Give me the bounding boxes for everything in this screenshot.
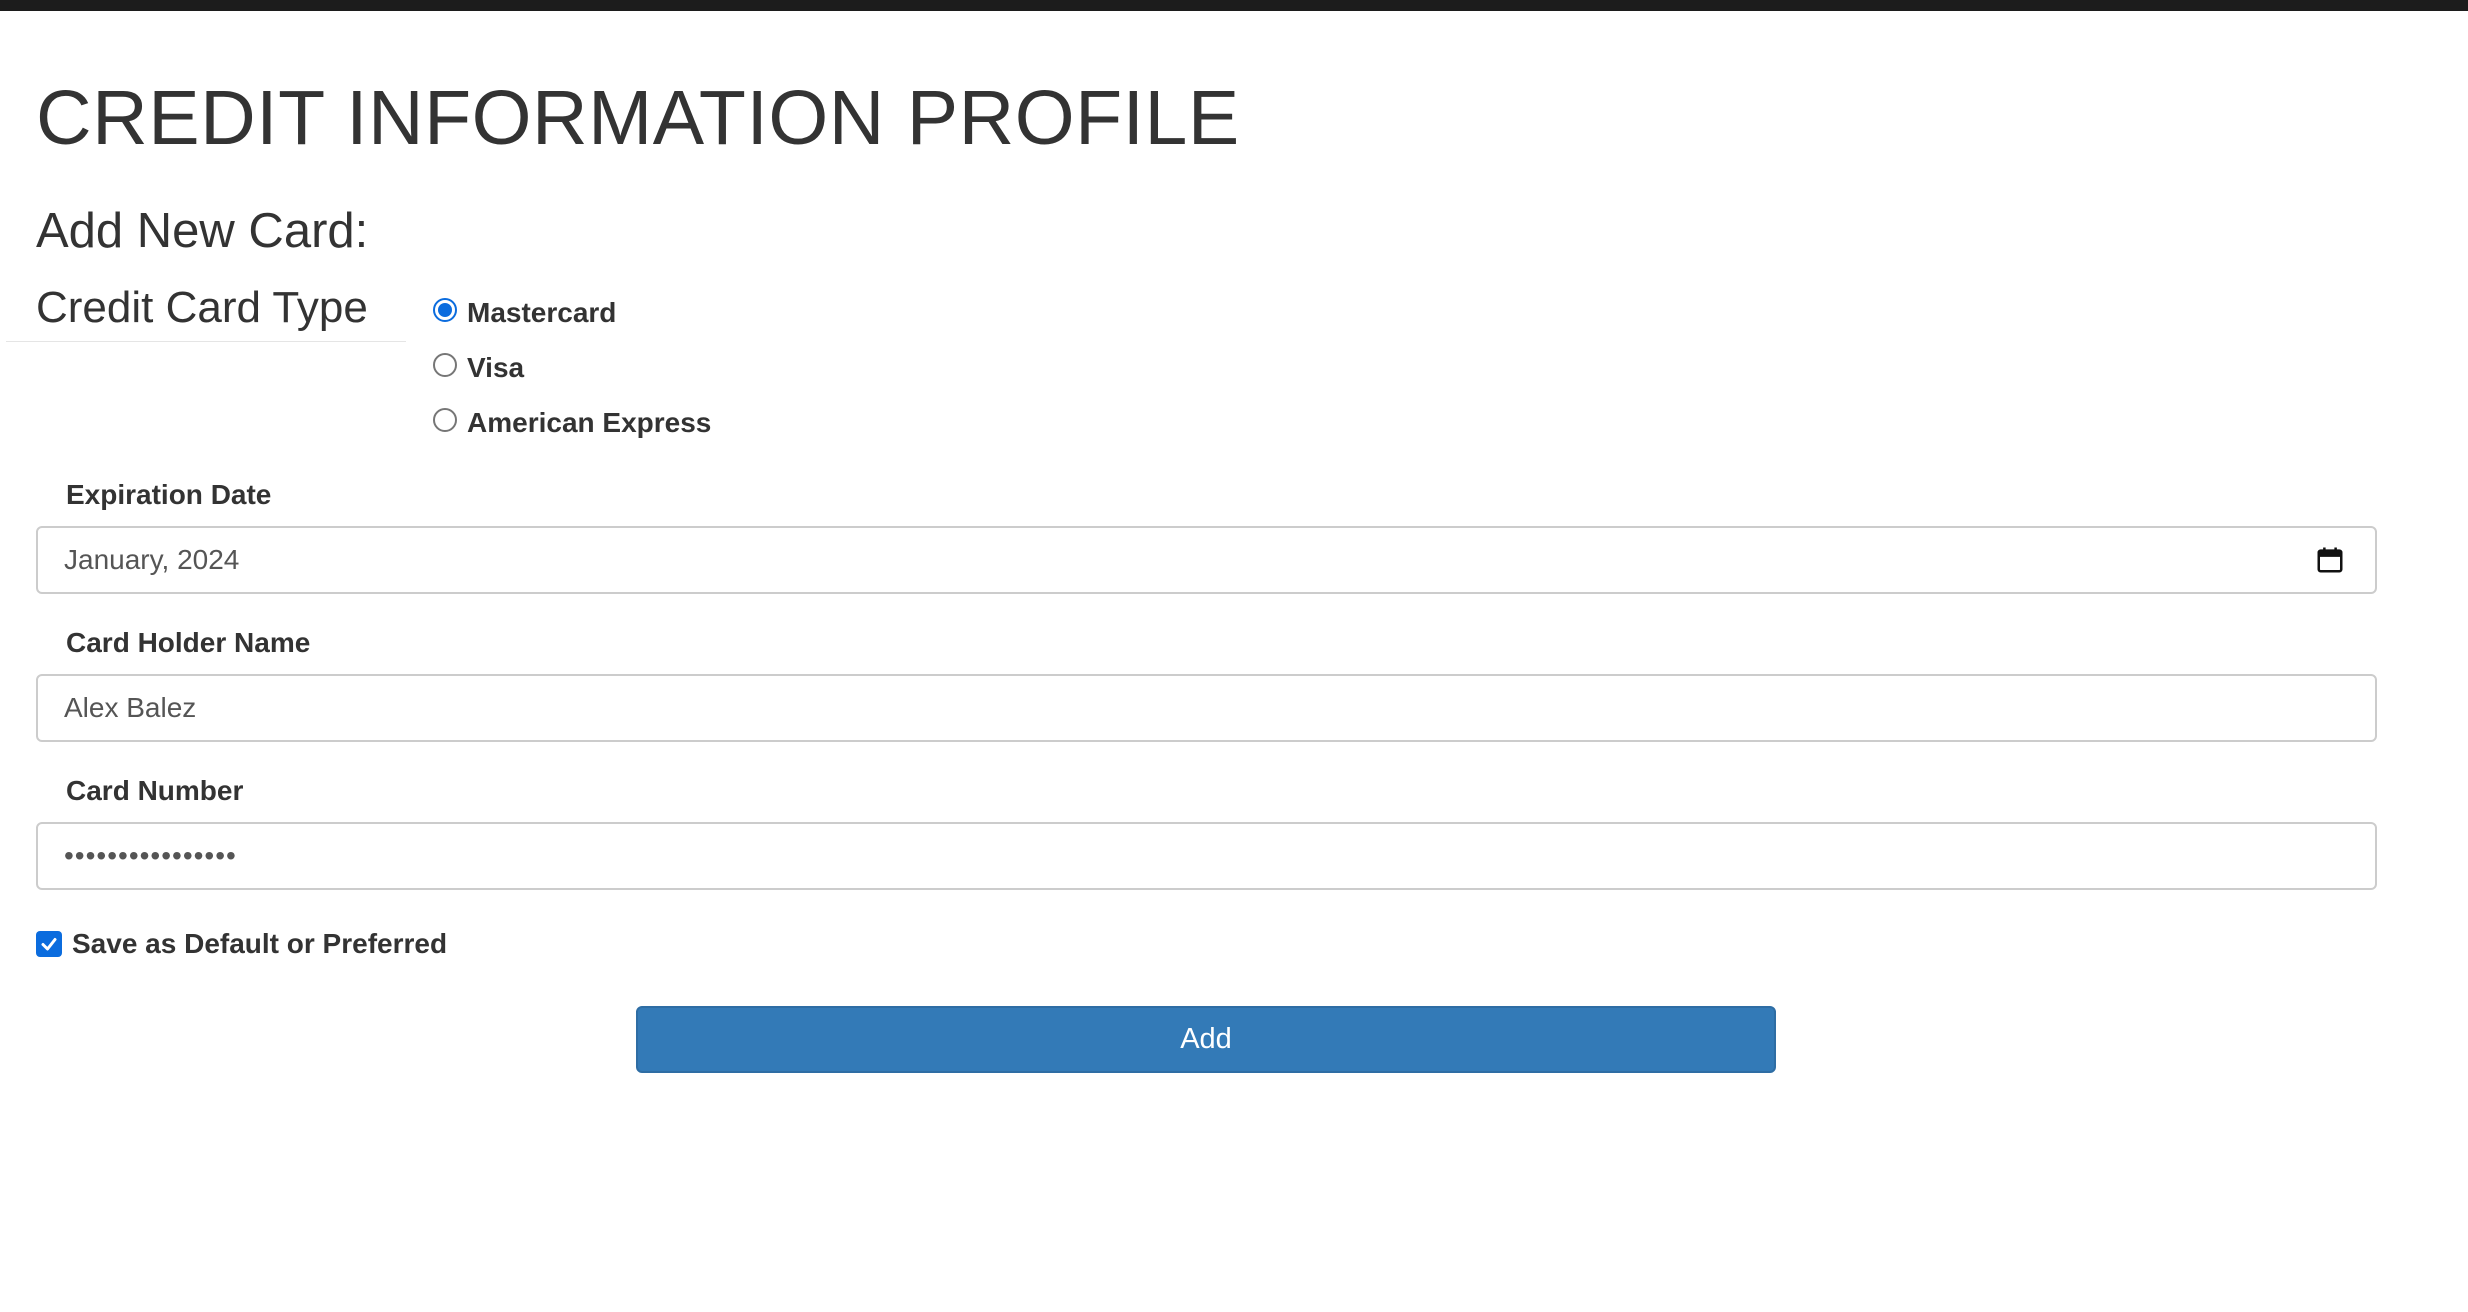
add-button[interactable]: Add [636,1006,1776,1073]
default-card-checkbox-label[interactable]: Save as Default or Preferred [72,928,447,960]
calendar-icon[interactable] [2315,545,2345,575]
radio-button-american-express[interactable] [433,407,457,432]
radio-button-visa[interactable] [433,352,457,377]
checkmark-icon [41,938,57,951]
page-title: CREDIT INFORMATION PROFILE [36,75,1240,161]
section-title: Add New Card: [36,204,369,258]
expiration-date-input[interactable]: January, 2024 [36,526,2377,594]
radio-label-visa[interactable]: Visa [467,352,524,384]
radio-option-mastercard[interactable]: Mastercard [433,285,711,340]
radio-button-mastercard[interactable] [433,297,457,322]
card-holder-name-input[interactable]: Alex Balez [36,674,2377,742]
card-holder-name-label: Card Holder Name [66,627,311,658]
top-bar [0,0,2468,11]
default-card-checkbox[interactable] [36,931,62,957]
radio-option-american-express[interactable]: American Express [433,395,711,450]
card-type-legend: Credit Card Type [6,282,406,342]
radio-label-mastercard[interactable]: Mastercard [467,297,616,329]
default-card-checkbox-row[interactable]: Save as Default or Preferred [36,928,447,960]
card-holder-name-value: Alex Balez [64,692,197,723]
card-number-value: •••••••••••••••• [64,840,237,871]
card-number-input[interactable]: •••••••••••••••• [36,822,2377,890]
expiration-date-value: January, 2024 [64,544,240,575]
radio-label-american-express[interactable]: American Express [467,407,711,439]
card-type-radio-group: Mastercard Visa American Express [433,285,711,450]
expiration-date-label: Expiration Date [66,479,272,510]
radio-option-visa[interactable]: Visa [433,340,711,395]
card-number-label: Card Number [66,775,244,806]
card-type-legend-text: Credit Card Type [36,283,368,332]
